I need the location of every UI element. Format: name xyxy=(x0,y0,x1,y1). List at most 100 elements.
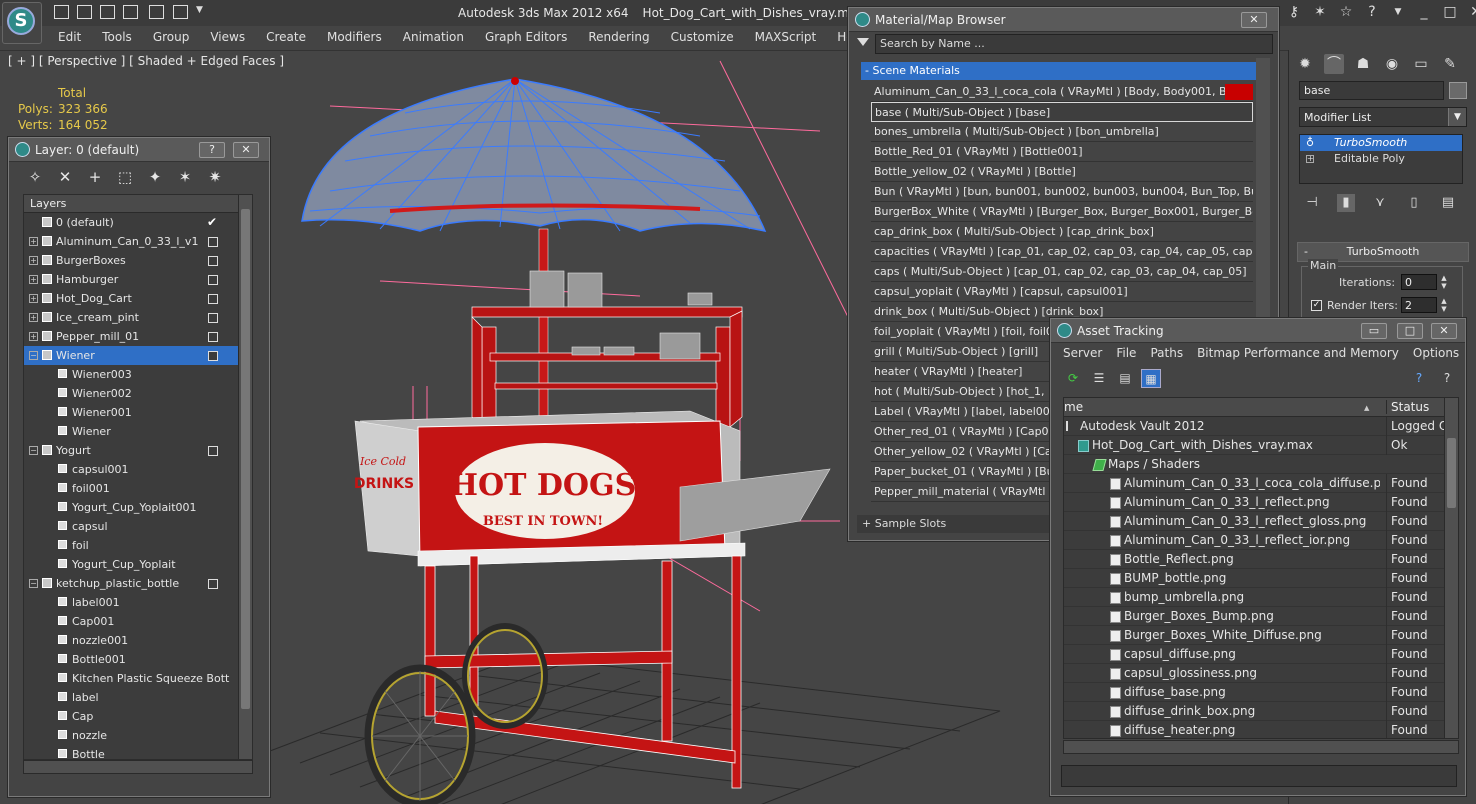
asset-close-button[interactable]: ✕ xyxy=(1431,323,1457,339)
iterations-spinner-arrows-icon[interactable]: ▲ ▼ xyxy=(1439,274,1449,290)
asset-vertical-scrollbar[interactable] xyxy=(1444,398,1458,738)
create-tab-icon[interactable]: ✹ xyxy=(1295,54,1315,74)
layer-current-checkbox[interactable] xyxy=(208,313,218,323)
object-color-swatch[interactable] xyxy=(1449,82,1467,99)
layer-current-checkbox[interactable] xyxy=(208,256,218,266)
layer-current-checkbox[interactable] xyxy=(208,351,218,361)
asset-row[interactable]: Burger_Boxes_Bump.png Found xyxy=(1064,607,1446,626)
hide-all-layers-icon[interactable]: ✶ xyxy=(175,168,195,186)
collapse-icon[interactable]: − xyxy=(29,351,38,360)
layer-row[interactable]: + BurgerBoxes xyxy=(24,251,252,270)
layer-current-checkbox[interactable] xyxy=(208,294,218,304)
expand-icon[interactable]: + xyxy=(1306,155,1314,163)
material-item[interactable]: cap_drink_box ( Multi/Sub-Object ) [cap_… xyxy=(871,222,1253,242)
menu-customize[interactable]: Customize xyxy=(671,27,734,49)
layers-tree[interactable]: Layers 0 (default) ✔ + Aluminum_Can_0_33_l_… xyxy=(23,194,253,760)
stack-item-editable-poly[interactable]: + Editable Poly xyxy=(1300,151,1462,167)
material-item[interactable]: Bottle_yellow_02 ( VRayMtl ) [Bottle] xyxy=(871,162,1253,182)
iterations-spinner[interactable]: 0 xyxy=(1401,274,1437,290)
asset-row[interactable]: BUMP_bottle.png Found xyxy=(1064,569,1446,588)
render-iters-spinner-arrows-icon[interactable]: ▲ ▼ xyxy=(1439,297,1449,313)
asset-minimize-button[interactable]: ▭ xyxy=(1361,323,1387,339)
viewport-label[interactable]: [ + ] [ Perspective ] [ Shaded + Edged F… xyxy=(8,54,284,68)
material-browser-close-button[interactable]: ✕ xyxy=(1241,12,1267,28)
expand-icon[interactable]: + xyxy=(29,256,38,265)
maximize-icon[interactable]: □ xyxy=(1442,4,1458,20)
asset-row[interactable]: diffuse_base.png Found xyxy=(1064,683,1446,702)
column-header-name[interactable]: me xyxy=(1064,400,1380,414)
expand-icon[interactable]: + xyxy=(29,237,38,246)
layer-object-row[interactable]: nozzle xyxy=(24,726,252,745)
collapse-icon[interactable]: − xyxy=(29,579,38,588)
layer-object-row[interactable]: nozzle001 xyxy=(24,631,252,650)
material-item[interactable]: BurgerBox_White ( VRayMtl ) [Burger_Box,… xyxy=(871,202,1253,222)
material-item[interactable]: bones_umbrella ( Multi/Sub-Object ) [bon… xyxy=(871,122,1253,142)
layer-current-checkbox[interactable] xyxy=(208,332,218,342)
qat-dropdown-icon[interactable]: ▼ xyxy=(196,5,203,15)
favorites-icon[interactable]: ✶ xyxy=(1312,4,1328,20)
close-icon[interactable]: ✕ xyxy=(1468,4,1476,20)
expand-icon[interactable]: + xyxy=(29,275,38,284)
layer-object-row[interactable]: label xyxy=(24,688,252,707)
layer-object-row[interactable]: Wiener001 xyxy=(24,403,252,422)
material-item[interactable]: caps ( Multi/Sub-Object ) [cap_01, cap_0… xyxy=(871,262,1253,282)
layer-object-row[interactable]: Bottle xyxy=(24,745,252,759)
layer-current-checkbox[interactable] xyxy=(208,237,218,247)
chevron-down-icon[interactable]: ▼ xyxy=(1448,108,1466,126)
fetch-icon[interactable] xyxy=(173,5,188,19)
help-dropdown-icon[interactable]: ▼ xyxy=(1390,4,1406,20)
new-layer-icon[interactable]: ✧ xyxy=(25,168,45,186)
asset-row[interactable]: Maps / Shaders xyxy=(1064,455,1446,474)
asset-row[interactable]: Aluminum_Can_0_33_l_reflect_ior.png Found xyxy=(1064,531,1446,550)
expand-icon[interactable]: + xyxy=(29,313,38,322)
menu-views[interactable]: Views xyxy=(210,27,245,49)
layer-row[interactable]: + Aluminum_Can_0_33_l_v1 xyxy=(24,232,252,251)
layer-current-checkbox[interactable] xyxy=(208,275,218,285)
layers-column-header[interactable]: Layers xyxy=(24,195,252,213)
help-icon[interactable]: ? xyxy=(1364,4,1380,20)
asset-row[interactable]: Aluminum_Can_0_33_l_reflect_gloss.png Fou… xyxy=(1064,512,1446,531)
show-end-result-icon[interactable]: ▮ xyxy=(1337,194,1355,212)
asset-table[interactable]: me ▲ Status Autodesk Vault 2012 Logged Ou… xyxy=(1063,397,1459,739)
asset-menu-server[interactable]: Server xyxy=(1063,346,1102,360)
asset-row[interactable]: diffuse_drink_box.png Found xyxy=(1064,702,1446,721)
column-header-status[interactable]: Status xyxy=(1386,400,1429,414)
asset-horizontal-scrollbar[interactable] xyxy=(1063,740,1459,754)
layer-object-row[interactable]: capsul001 xyxy=(24,460,252,479)
menu-modifiers[interactable]: Modifiers xyxy=(327,27,382,49)
star-icon[interactable]: ☆ xyxy=(1338,4,1354,20)
asset-menu-options[interactable]: Options xyxy=(1413,346,1459,360)
asset-row[interactable]: Bottle_Reflect.png Found xyxy=(1064,550,1446,569)
layer-object-row[interactable]: Cap xyxy=(24,707,252,726)
highlight-layer-icon[interactable]: ✦ xyxy=(145,168,165,186)
layer-object-row[interactable]: label001 xyxy=(24,593,252,612)
asset-row[interactable]: Hot_Dog_Cart_with_Dishes_vray.max Ok xyxy=(1064,436,1446,455)
menu-group[interactable]: Group xyxy=(153,27,190,49)
asset-row[interactable]: Autodesk Vault 2012 Logged Out xyxy=(1064,417,1446,436)
layer-object-row[interactable]: Wiener003 xyxy=(24,365,252,384)
remove-modifier-icon[interactable]: ▯ xyxy=(1405,194,1423,212)
stack-item-turbosmooth[interactable]: ♁ TurboSmooth xyxy=(1300,135,1462,151)
material-item[interactable]: Bun ( VRayMtl ) [bun, bun001, bun002, bu… xyxy=(871,182,1253,202)
browser-options-icon[interactable] xyxy=(857,38,869,46)
expand-icon[interactable]: + xyxy=(29,294,38,303)
asset-scroll-thumb[interactable] xyxy=(1447,438,1456,508)
asset-row[interactable]: Aluminum_Can_0_33_l_reflect.png Found xyxy=(1064,493,1446,512)
minimize-icon[interactable]: _ xyxy=(1416,4,1432,20)
menu-animation[interactable]: Animation xyxy=(403,27,464,49)
motion-tab-icon[interactable]: ◉ xyxy=(1382,54,1402,74)
redo-icon[interactable] xyxy=(123,5,138,19)
layer-current-checkbox[interactable] xyxy=(208,579,218,589)
layer-object-row[interactable]: Wiener xyxy=(24,422,252,441)
layers-horizontal-scrollbar[interactable] xyxy=(23,760,253,774)
asset-row[interactable]: bump_umbrella.png Found xyxy=(1064,588,1446,607)
layer-row[interactable]: − Yogurt xyxy=(24,441,252,460)
layer-row[interactable]: + Hamburger xyxy=(24,270,252,289)
layer-current-checkbox[interactable] xyxy=(208,446,218,456)
material-item[interactable]: Bottle_Red_01 ( VRayMtl ) [Bottle001] xyxy=(871,142,1253,162)
layer-object-row[interactable]: Yogurt_Cup_Yoplait001 xyxy=(24,498,252,517)
asset-path-field[interactable] xyxy=(1061,765,1457,787)
layer-object-row[interactable]: Bottle001 xyxy=(24,650,252,669)
save-file-icon[interactable] xyxy=(77,5,92,19)
material-item[interactable]: capsul_yoplait ( VRayMtl ) [capsul, caps… xyxy=(871,282,1253,302)
